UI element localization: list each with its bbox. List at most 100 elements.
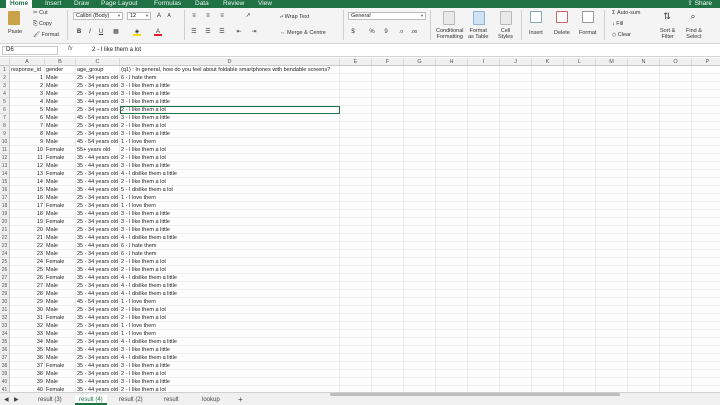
cell[interactable] [596, 178, 628, 186]
cell[interactable] [596, 154, 628, 162]
cell[interactable] [500, 354, 532, 362]
cell[interactable] [372, 74, 404, 82]
cell[interactable] [628, 130, 660, 138]
row-header[interactable]: 37 [0, 354, 10, 362]
cell[interactable] [564, 66, 596, 74]
cell[interactable] [692, 298, 720, 306]
cell[interactable]: response_id [10, 66, 45, 74]
prev-sheet-icon[interactable]: ◀ [4, 395, 9, 405]
cell[interactable] [340, 218, 372, 226]
cell[interactable] [404, 186, 436, 194]
cell[interactable] [660, 266, 692, 274]
cell[interactable] [340, 122, 372, 130]
cell[interactable] [564, 258, 596, 266]
cell[interactable]: Male [45, 266, 76, 274]
cell[interactable] [372, 322, 404, 330]
cell[interactable]: 27 [10, 282, 45, 290]
cell[interactable] [596, 370, 628, 378]
column-header[interactable]: J [500, 58, 532, 66]
cell[interactable]: 25 - 34 years old [76, 258, 120, 266]
format-as-table-icon[interactable] [473, 11, 485, 25]
cell[interactable] [372, 194, 404, 202]
cell[interactable]: 25 - 34 years old [76, 90, 120, 98]
row-header[interactable]: 19 [0, 210, 10, 218]
cell[interactable] [692, 138, 720, 146]
cell[interactable]: 3 - I like them a little [120, 218, 340, 226]
cell[interactable]: 16 [10, 194, 45, 202]
cell[interactable] [340, 362, 372, 370]
cell[interactable] [564, 82, 596, 90]
cell[interactable] [692, 178, 720, 186]
formula-input[interactable]: 2 - I like them a lot [92, 47, 141, 53]
cell[interactable] [692, 226, 720, 234]
cell[interactable] [596, 98, 628, 106]
delete-cells-icon[interactable] [556, 11, 568, 23]
cell[interactable] [372, 362, 404, 370]
column-header[interactable]: G [404, 58, 436, 66]
cell[interactable] [468, 114, 500, 122]
cell[interactable] [660, 234, 692, 242]
row-header[interactable]: 26 [0, 266, 10, 274]
align-middle-icon[interactable]: ≡ [204, 12, 212, 20]
row-header[interactable]: 5 [0, 98, 10, 106]
cell[interactable] [532, 122, 564, 130]
cell[interactable]: Male [45, 106, 76, 114]
cell[interactable] [500, 106, 532, 114]
cell[interactable] [692, 130, 720, 138]
cell[interactable] [500, 338, 532, 346]
cell[interactable]: Male [45, 338, 76, 346]
cell[interactable] [340, 250, 372, 258]
row-header[interactable]: 39 [0, 370, 10, 378]
cell[interactable] [468, 202, 500, 210]
cell[interactable]: 35 - 44 years old [76, 178, 120, 186]
cell[interactable] [500, 178, 532, 186]
cell[interactable] [660, 322, 692, 330]
cell[interactable] [500, 282, 532, 290]
cell[interactable] [340, 354, 372, 362]
sheet-tab-result-3[interactable]: result (3) [38, 395, 62, 405]
cell[interactable]: Female [45, 274, 76, 282]
cell[interactable] [372, 282, 404, 290]
cell[interactable]: 20 [10, 226, 45, 234]
cell[interactable] [596, 362, 628, 370]
align-top-icon[interactable]: ≡ [190, 12, 198, 20]
cell[interactable] [596, 234, 628, 242]
cell[interactable] [372, 330, 404, 338]
cell[interactable] [532, 306, 564, 314]
cell[interactable]: 11 [10, 154, 45, 162]
cell[interactable] [500, 194, 532, 202]
cell[interactable] [596, 130, 628, 138]
cell[interactable] [692, 74, 720, 82]
row-header[interactable]: 15 [0, 178, 10, 186]
cell[interactable]: Female [45, 362, 76, 370]
cell[interactable] [404, 106, 436, 114]
cell[interactable]: Male [45, 226, 76, 234]
row-header[interactable]: 24 [0, 250, 10, 258]
cell[interactable] [340, 306, 372, 314]
cell[interactable]: 3 - I like them a little [120, 82, 340, 90]
cell[interactable] [404, 194, 436, 202]
cell[interactable] [628, 282, 660, 290]
cell[interactable] [372, 258, 404, 266]
cell[interactable]: Male [45, 282, 76, 290]
cell[interactable] [660, 114, 692, 122]
cell[interactable]: 2 - I like them a lot [120, 122, 340, 130]
cell-styles-button[interactable]: Cell Styles [498, 28, 513, 40]
cell[interactable]: 30 [10, 306, 45, 314]
cell[interactable] [692, 306, 720, 314]
cell[interactable] [340, 202, 372, 210]
cell[interactable]: 25 - 34 years old [76, 74, 120, 82]
cell[interactable] [404, 162, 436, 170]
cell[interactable] [596, 90, 628, 98]
cell[interactable]: 1 [10, 74, 45, 82]
cell[interactable]: 55+ years old [76, 146, 120, 154]
cell[interactable]: 3 - I like them a little [120, 346, 340, 354]
cell[interactable] [564, 162, 596, 170]
cell[interactable] [564, 354, 596, 362]
column-header[interactable]: M [596, 58, 628, 66]
cell[interactable] [436, 250, 468, 258]
cell[interactable]: 25 - 34 years old [76, 82, 120, 90]
wrap-text-button[interactable]: ⤶ Wrap Text [280, 14, 309, 21]
cell[interactable] [468, 98, 500, 106]
cell[interactable]: Male [45, 90, 76, 98]
